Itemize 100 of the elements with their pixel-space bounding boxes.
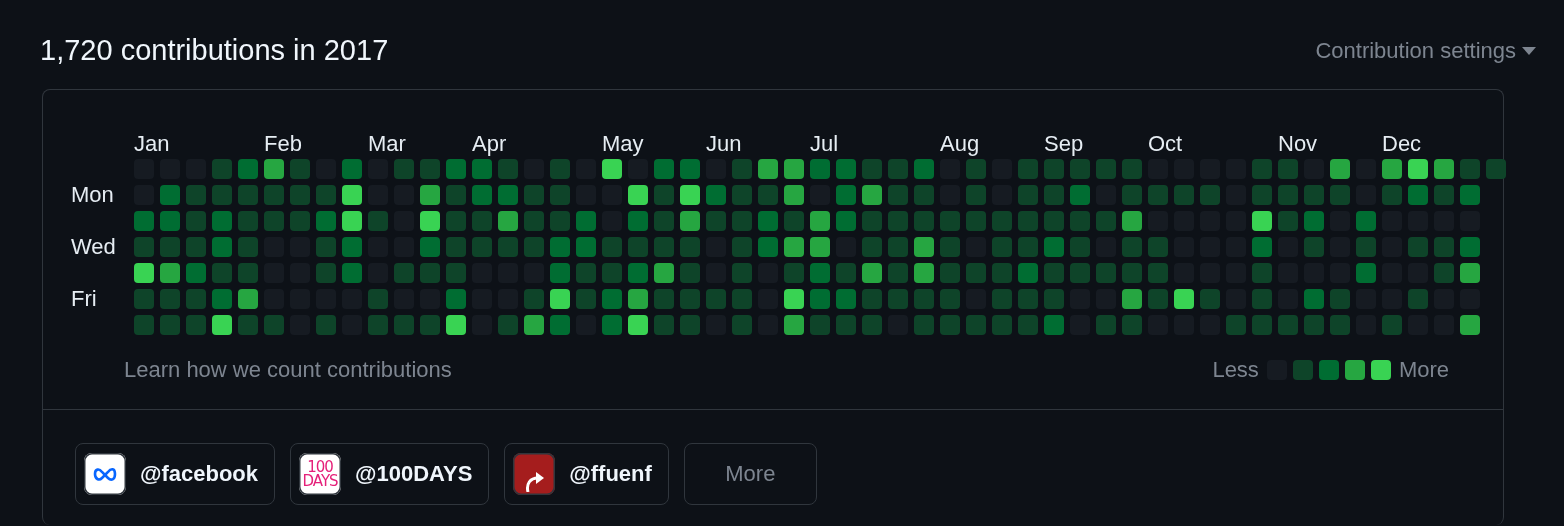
- contribution-day[interactable]: [1018, 263, 1038, 283]
- contribution-day[interactable]: [576, 237, 596, 257]
- contribution-day[interactable]: [784, 185, 804, 205]
- contribution-day[interactable]: [524, 315, 544, 335]
- contribution-day[interactable]: [1330, 159, 1350, 179]
- contribution-day[interactable]: [914, 263, 934, 283]
- contribution-day[interactable]: [602, 315, 622, 335]
- contribution-day[interactable]: [1460, 185, 1480, 205]
- contribution-day[interactable]: [862, 263, 882, 283]
- contribution-day[interactable]: [836, 185, 856, 205]
- contribution-day[interactable]: [472, 159, 492, 179]
- contribution-day[interactable]: [550, 315, 570, 335]
- contribution-day[interactable]: [680, 185, 700, 205]
- contribution-day[interactable]: [316, 211, 336, 231]
- contribution-day[interactable]: [212, 289, 232, 309]
- contribution-day[interactable]: [1356, 263, 1376, 283]
- contribution-day[interactable]: [680, 159, 700, 179]
- contribution-day[interactable]: [420, 211, 440, 231]
- contribution-day[interactable]: [758, 237, 778, 257]
- contribution-day[interactable]: [680, 211, 700, 231]
- contribution-day[interactable]: [784, 315, 804, 335]
- contribution-day[interactable]: [1382, 159, 1402, 179]
- contribution-day[interactable]: [342, 185, 362, 205]
- contribution-day[interactable]: [576, 211, 596, 231]
- contribution-day[interactable]: [1044, 237, 1064, 257]
- contribution-day[interactable]: [914, 237, 934, 257]
- contribution-day[interactable]: [446, 315, 466, 335]
- organization-button[interactable]: 100 DAYS @100DAYS: [290, 443, 490, 505]
- contribution-day[interactable]: [134, 211, 154, 231]
- contribution-day[interactable]: [1304, 211, 1324, 231]
- contribution-day[interactable]: [628, 211, 648, 231]
- contribution-day[interactable]: [784, 289, 804, 309]
- contribution-day[interactable]: [1304, 289, 1324, 309]
- contribution-day[interactable]: [654, 159, 674, 179]
- contribution-day[interactable]: [472, 185, 492, 205]
- contribution-day[interactable]: [628, 263, 648, 283]
- contribution-day[interactable]: [1460, 237, 1480, 257]
- contribution-day[interactable]: [212, 237, 232, 257]
- contribution-day[interactable]: [654, 263, 674, 283]
- contribution-day[interactable]: [238, 159, 258, 179]
- contribution-day[interactable]: [498, 185, 518, 205]
- contribution-day[interactable]: [810, 211, 830, 231]
- contribution-day[interactable]: [1356, 211, 1376, 231]
- contribution-day[interactable]: [810, 263, 830, 283]
- contribution-day[interactable]: [498, 211, 518, 231]
- contribution-day[interactable]: [342, 211, 362, 231]
- contribution-day[interactable]: [186, 263, 206, 283]
- contribution-day[interactable]: [1460, 315, 1480, 335]
- contribution-day[interactable]: [602, 289, 622, 309]
- contribution-day[interactable]: [862, 185, 882, 205]
- contribution-day[interactable]: [810, 237, 830, 257]
- contribution-day[interactable]: [160, 211, 180, 231]
- contribution-day[interactable]: [1434, 159, 1454, 179]
- contribution-day[interactable]: [550, 237, 570, 257]
- contribution-day[interactable]: [706, 185, 726, 205]
- contribution-day[interactable]: [160, 185, 180, 205]
- contribution-day[interactable]: [1174, 289, 1194, 309]
- contribution-day[interactable]: [836, 159, 856, 179]
- contribution-day[interactable]: [810, 159, 830, 179]
- contribution-day[interactable]: [758, 159, 778, 179]
- contribution-day[interactable]: [628, 315, 648, 335]
- contribution-day[interactable]: [784, 237, 804, 257]
- contribution-day[interactable]: [264, 159, 284, 179]
- contribution-day[interactable]: [1070, 185, 1090, 205]
- contribution-day[interactable]: [420, 185, 440, 205]
- contribution-day[interactable]: [342, 159, 362, 179]
- contribution-day[interactable]: [134, 263, 154, 283]
- contribution-day[interactable]: [1408, 159, 1428, 179]
- contribution-day[interactable]: [550, 263, 570, 283]
- contribution-day[interactable]: [160, 263, 180, 283]
- contribution-day[interactable]: [550, 289, 570, 309]
- contribution-day[interactable]: [836, 211, 856, 231]
- contribution-day[interactable]: [1122, 289, 1142, 309]
- contribution-settings-dropdown[interactable]: Contribution settings: [1315, 37, 1536, 64]
- organization-button[interactable]: @ffuenf: [504, 443, 669, 505]
- contribution-day[interactable]: [446, 159, 466, 179]
- contribution-day[interactable]: [784, 159, 804, 179]
- contribution-day[interactable]: [212, 211, 232, 231]
- contribution-day[interactable]: [602, 159, 622, 179]
- contribution-day[interactable]: [810, 289, 830, 309]
- contribution-day[interactable]: [628, 185, 648, 205]
- organization-button[interactable]: @facebook: [75, 443, 276, 505]
- contribution-day[interactable]: [342, 263, 362, 283]
- contribution-day[interactable]: [1252, 211, 1272, 231]
- contribution-day[interactable]: [420, 237, 440, 257]
- contribution-day[interactable]: [758, 211, 778, 231]
- contribution-day[interactable]: [1122, 211, 1142, 231]
- contribution-day[interactable]: [628, 289, 648, 309]
- contribution-day[interactable]: [836, 289, 856, 309]
- contribution-day[interactable]: [238, 289, 258, 309]
- contribution-day[interactable]: [1460, 263, 1480, 283]
- contribution-day[interactable]: [1408, 185, 1428, 205]
- learn-contributions-link[interactable]: Learn how we count contributions: [124, 357, 452, 383]
- contribution-day[interactable]: [212, 315, 232, 335]
- contribution-day[interactable]: [914, 159, 934, 179]
- contribution-day[interactable]: [1044, 315, 1064, 335]
- contribution-day[interactable]: [1252, 237, 1272, 257]
- contribution-day[interactable]: [342, 237, 362, 257]
- contribution-day[interactable]: [446, 289, 466, 309]
- more-button[interactable]: More: [683, 443, 817, 505]
